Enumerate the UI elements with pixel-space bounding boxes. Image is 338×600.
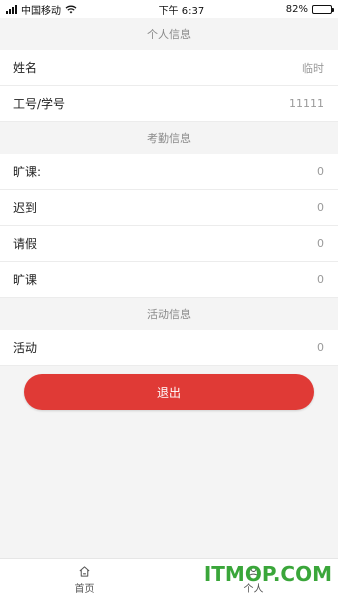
row-label: 请假 bbox=[13, 237, 38, 251]
info-row-leave[interactable]: 请假 0 bbox=[0, 226, 338, 262]
row-value: 0 bbox=[317, 273, 324, 286]
home-icon bbox=[79, 565, 90, 577]
status-bar: 中国移动 下午 6:37 82% bbox=[0, 0, 338, 18]
row-label: 工号/学号 bbox=[13, 97, 66, 111]
row-label: 旷课 bbox=[13, 273, 38, 287]
row-value: 0 bbox=[317, 201, 324, 214]
info-row-id[interactable]: 工号/学号 11111 bbox=[0, 86, 338, 122]
row-value: 0 bbox=[317, 165, 324, 178]
battery-percent: 82% bbox=[285, 3, 308, 15]
logout-button[interactable]: 退出 bbox=[24, 374, 314, 410]
signal-icon bbox=[6, 4, 17, 14]
section-attendance-header: 考勤信息 bbox=[0, 122, 338, 154]
status-time: 下午 6:37 bbox=[158, 5, 205, 17]
row-label: 活动 bbox=[13, 341, 38, 355]
row-label: 旷课: bbox=[13, 165, 42, 179]
battery-icon bbox=[312, 4, 334, 14]
section-title: 考勤信息 bbox=[147, 132, 191, 145]
info-row-name[interactable]: 姓名 临时 bbox=[0, 50, 338, 86]
tab-home[interactable]: 首页 bbox=[0, 559, 169, 600]
info-row-activity[interactable]: 活动 0 bbox=[0, 330, 338, 366]
info-row-late[interactable]: 迟到 0 bbox=[0, 190, 338, 226]
info-row-absent[interactable]: 旷课 0 bbox=[0, 262, 338, 298]
row-label: 迟到 bbox=[13, 201, 38, 215]
section-personal-header: 个人信息 bbox=[0, 18, 338, 50]
watermark-logo: ITMOP.COM bbox=[203, 562, 332, 586]
tab-label: 首页 bbox=[74, 583, 95, 595]
row-value: 0 bbox=[317, 341, 324, 354]
row-label: 姓名 bbox=[13, 61, 38, 75]
section-title: 活动信息 bbox=[147, 308, 191, 321]
carrier-label: 中国移动 bbox=[21, 5, 61, 17]
info-row-absent-colon[interactable]: 旷课: 0 bbox=[0, 154, 338, 190]
wifi-icon bbox=[65, 5, 77, 13]
section-title: 个人信息 bbox=[147, 28, 191, 41]
row-value: 11111 bbox=[289, 97, 324, 110]
section-activity-header: 活动信息 bbox=[0, 298, 338, 330]
row-value: 临时 bbox=[302, 61, 324, 75]
row-value: 0 bbox=[317, 237, 324, 250]
